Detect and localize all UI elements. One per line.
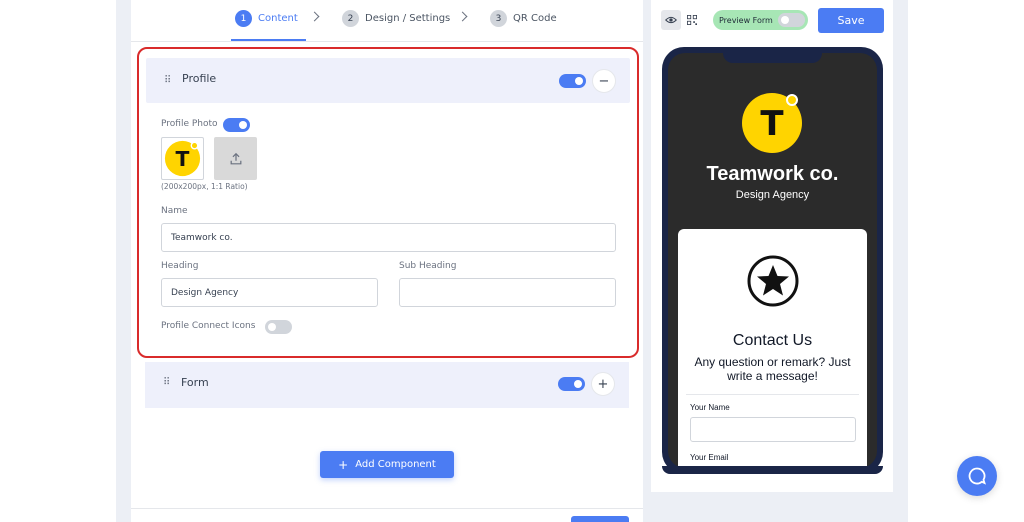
collapse-profile-button[interactable]: −: [592, 69, 616, 93]
minus-icon: −: [598, 73, 610, 89]
active-step-underline: [231, 39, 306, 41]
profile-photo-toggle[interactable]: [223, 118, 250, 132]
step-number: 2: [342, 10, 359, 27]
upload-photo-button[interactable]: [214, 137, 257, 180]
profile-component-card: ⠿ Profile − Profile Photo T (200x200px, …: [137, 47, 639, 358]
editor-panel: 1 Content 2 Design / Settings 3 QR Code …: [131, 0, 643, 522]
preview-eye-button[interactable]: [661, 10, 681, 30]
qr-code-icon: [687, 15, 697, 25]
profile-enabled-toggle[interactable]: [559, 74, 586, 88]
add-component-button[interactable]: + Add Component: [320, 451, 454, 478]
preview-email-label: Your Email: [690, 453, 729, 462]
step-label: QR Code: [513, 13, 557, 24]
footer-next-button[interactable]: [571, 516, 629, 522]
eye-icon: [665, 16, 677, 24]
step-label: Design / Settings: [365, 13, 451, 24]
preview-form-toggle-pill[interactable]: Preview Form: [713, 10, 808, 30]
help-chat-button[interactable]: [957, 456, 997, 496]
profile-card-title: Profile: [182, 72, 217, 85]
form-enabled-toggle[interactable]: [558, 377, 585, 391]
step-design-settings[interactable]: 2 Design / Settings: [342, 10, 450, 27]
heading-input[interactable]: Design Agency: [161, 278, 378, 307]
name-label: Name: [161, 206, 188, 216]
chat-bubble-icon: [968, 467, 986, 485]
preview-company-subheading: Design Agency: [735, 189, 810, 201]
preview-divider: [686, 394, 859, 395]
chevron-right-icon: [457, 11, 468, 22]
preview-qr-button[interactable]: [682, 10, 702, 30]
step-number: 1: [235, 10, 252, 27]
preview-contact-subtitle: Any question or remark? Just write a mes…: [694, 355, 851, 383]
heading-label: Heading: [161, 261, 199, 271]
step-number: 3: [490, 10, 507, 27]
drag-handle-icon[interactable]: ⠿: [163, 377, 170, 388]
stepper: 1 Content 2 Design / Settings 3 QR Code: [131, 0, 643, 42]
preview-company-name: Teamwork co.: [706, 163, 839, 185]
phone-notch: [723, 50, 822, 63]
plus-icon: +: [597, 376, 609, 392]
subheading-input[interactable]: [399, 278, 616, 307]
chevron-right-icon: [309, 11, 320, 22]
preview-name-input[interactable]: [690, 417, 856, 442]
step-content[interactable]: 1 Content: [235, 10, 298, 27]
profile-card-header[interactable]: ⠿ Profile −: [146, 58, 630, 103]
preview-form-toggle[interactable]: [777, 13, 805, 27]
drag-handle-icon[interactable]: ⠿: [164, 75, 171, 86]
preview-contact-title: Contact Us: [732, 332, 813, 349]
form-card-title: Form: [181, 376, 209, 389]
subheading-label: Sub Heading: [399, 261, 457, 271]
company-logo-icon: T: [164, 140, 201, 177]
logo-letter: T: [176, 147, 190, 171]
profile-connect-icons-toggle[interactable]: [265, 320, 292, 334]
upload-icon: [230, 152, 241, 164]
expand-form-button[interactable]: +: [591, 372, 615, 396]
preview-logo-icon: T: [742, 93, 802, 153]
preview-name-label: Your Name: [690, 403, 730, 412]
step-qr-code[interactable]: 3 QR Code: [490, 10, 557, 27]
star-icon: [747, 255, 799, 307]
phone-frame-bottom: [662, 466, 883, 474]
plus-icon: +: [338, 457, 349, 472]
preview-logo-letter: T: [760, 104, 784, 144]
profile-photo-label: Profile Photo: [161, 119, 218, 129]
step-label: Content: [258, 13, 298, 24]
save-button[interactable]: Save: [818, 8, 884, 33]
footer-divider: [131, 508, 643, 509]
add-component-label: Add Component: [355, 459, 436, 470]
profile-connect-icons-label: Profile Connect Icons: [161, 321, 256, 331]
form-component-header[interactable]: ⠿ Form +: [145, 362, 629, 408]
profile-photo-thumbnail[interactable]: T: [161, 137, 204, 180]
preview-form-label: Preview Form: [719, 15, 773, 25]
photo-size-hint: (200x200px, 1:1 Ratio): [161, 182, 248, 191]
name-input[interactable]: Teamwork co.: [161, 223, 616, 252]
